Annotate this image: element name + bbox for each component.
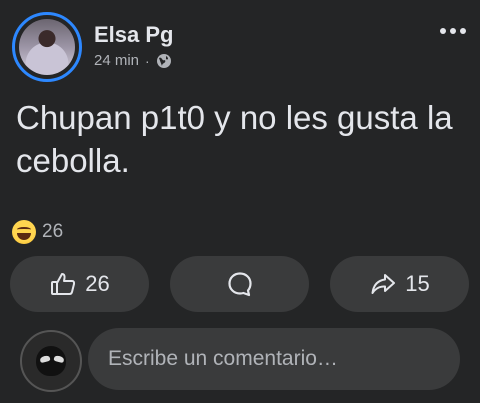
share-count: 15: [405, 271, 430, 296]
reaction-count: 26: [42, 221, 64, 242]
post-meta: 24 min ·: [94, 52, 172, 69]
post-card: Elsa Pg 24 min · Chupan p1t0 y no les gu…: [0, 0, 480, 403]
comment-icon: [227, 272, 252, 297]
laughing-emoji-icon: [12, 220, 36, 244]
share-arrow-icon: [371, 274, 396, 294]
reactions-summary[interactable]: 26: [12, 220, 63, 244]
author-avatar[interactable]: [12, 12, 82, 82]
like-button[interactable]: 26: [10, 256, 149, 312]
comment-button[interactable]: [170, 256, 309, 312]
comment-input[interactable]: [88, 328, 460, 390]
globe-icon: [156, 53, 171, 68]
like-count: 26: [85, 271, 110, 296]
thumbs-up-icon: [51, 273, 76, 295]
action-bar: 26 15: [10, 256, 469, 312]
share-button[interactable]: 15: [330, 256, 469, 312]
meta-separator: ·: [145, 52, 150, 69]
post-text: Chupan p1t0 y no les gusta la cebolla.: [16, 99, 453, 179]
author-avatar-image: [19, 19, 75, 75]
author-name[interactable]: Elsa Pg: [94, 22, 173, 48]
post-time[interactable]: 24 min: [94, 52, 139, 69]
more-options-icon[interactable]: [440, 28, 466, 34]
commenter-avatar[interactable]: [20, 330, 82, 392]
